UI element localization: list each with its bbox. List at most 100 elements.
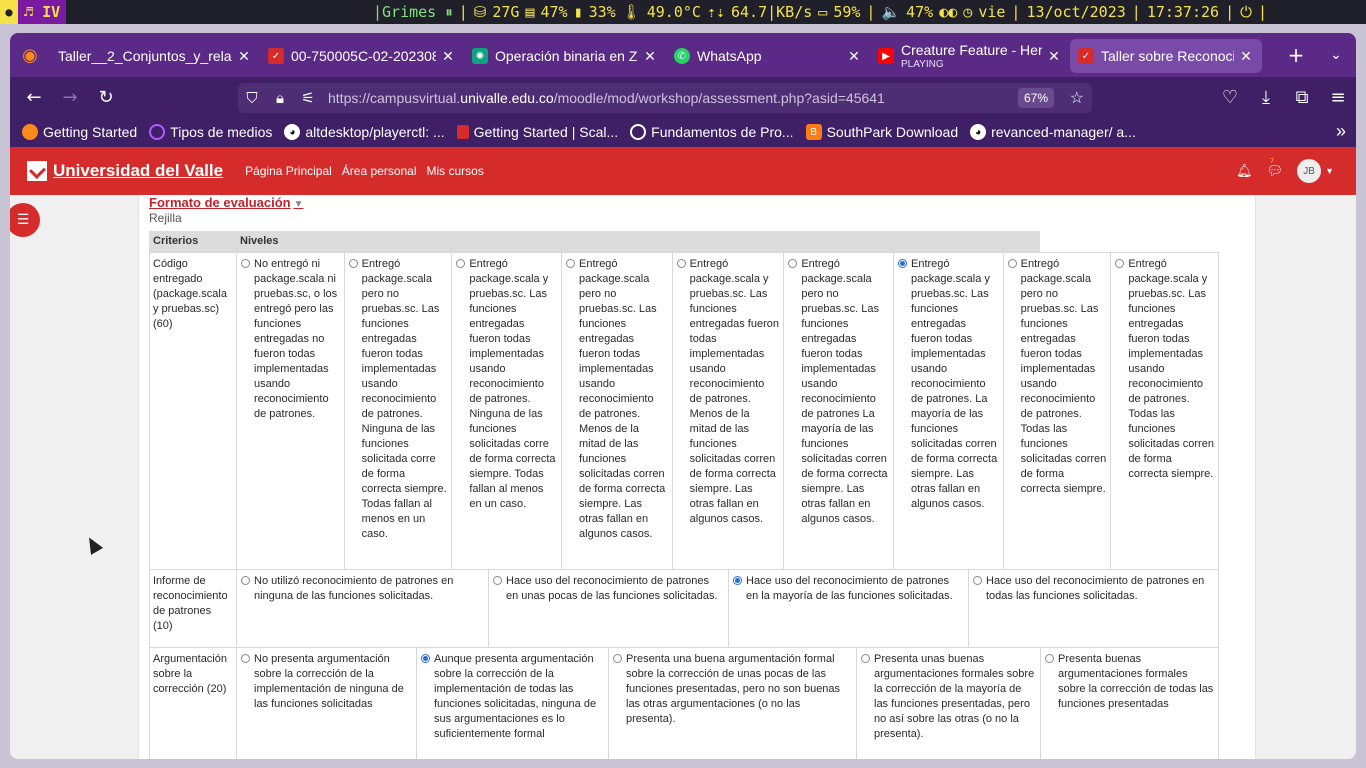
level-radio[interactable]: [676, 259, 686, 268]
level-radio[interactable]: [1007, 259, 1017, 268]
nav-my-courses-link[interactable]: Mis cursos: [427, 164, 484, 178]
level-radio[interactable]: [241, 654, 250, 663]
temperature: 49.0°C: [646, 3, 701, 21]
site-name-link[interactable]: Universidad del Valle: [53, 161, 223, 181]
sys-separator: |: [1257, 3, 1267, 21]
chevron-down-icon[interactable]: ▼: [1325, 166, 1334, 176]
level-option[interactable]: Presenta unas buenas argumentaciones for…: [856, 648, 1040, 759]
level-radio[interactable]: [973, 576, 982, 585]
level-option[interactable]: Hace uso del reconocimiento de patrones …: [968, 570, 1218, 647]
level-option[interactable]: Hace uso del reconocimiento de patrones …: [728, 570, 968, 647]
nav-home-link[interactable]: Página Principal: [245, 164, 332, 178]
chevron-down-icon[interactable]: ⌄: [1316, 33, 1356, 77]
permissions-icon[interactable]: ⚟: [294, 89, 322, 107]
youtube-favicon-icon: ▶: [878, 48, 894, 64]
level-radio[interactable]: [566, 259, 576, 268]
bookmark-item[interactable]: Fundamentos de Pro...: [630, 124, 794, 140]
level-radio[interactable]: [613, 654, 622, 663]
notification-count-badge: 7: [1270, 158, 1274, 165]
chevron-right-double-icon[interactable]: »: [1336, 121, 1346, 142]
level-radio[interactable]: [456, 259, 466, 268]
level-option[interactable]: No utilizó reconocimiento de patrones en…: [237, 570, 488, 647]
level-option[interactable]: Presenta una buena argumentación formal …: [608, 648, 856, 759]
back-arrow-icon[interactable]: ←: [16, 77, 52, 117]
level-option[interactable]: Entregó package.scala y pruebas.sc. Las …: [1110, 253, 1218, 569]
hamburger-menu-icon[interactable]: ≡: [1320, 77, 1356, 117]
music-status[interactable]: |Grimes ⏸: [370, 3, 456, 21]
bookmark-item[interactable]: Getting Started | Scal...: [456, 124, 618, 140]
zoom-level[interactable]: 67%: [1017, 88, 1054, 108]
reload-icon[interactable]: ↻: [88, 77, 124, 117]
tab-course-code[interactable]: ✓ 00-750005C-02-202308 ✕: [260, 39, 464, 73]
level-radio[interactable]: [1045, 654, 1054, 663]
volume-level[interactable]: 47%: [903, 3, 936, 21]
level-radio[interactable]: [861, 654, 870, 663]
firefox-icon[interactable]: ◉: [10, 33, 50, 77]
bookmark-item[interactable]: Getting Started: [22, 124, 137, 140]
univalle-logo-icon[interactable]: [27, 161, 47, 181]
level-radio[interactable]: [898, 259, 907, 268]
section-title[interactable]: Formato de evaluación ▼: [149, 195, 304, 210]
url-text[interactable]: https://campusvirtual.univalle.edu.co/mo…: [328, 90, 885, 106]
volume-icon: 🔈: [881, 3, 901, 21]
level-radio[interactable]: [733, 576, 742, 585]
level-option[interactable]: Hace uso del reconocimiento de patrones …: [488, 570, 728, 647]
bookmark-item[interactable]: ◕ altdesktop/playerctl: ...: [284, 124, 445, 140]
rubric-grid: Código entregado (package.scala y prueba…: [149, 252, 1219, 759]
power-icon[interactable]: ⏻: [1237, 3, 1255, 21]
level-radio[interactable]: [493, 576, 502, 585]
bookmark-item[interactable]: B SouthPark Download: [805, 124, 958, 140]
download-icon[interactable]: ⤓: [1248, 77, 1284, 117]
tab-taller-conjuntos[interactable]: Taller__2_Conjuntos_y_rela ✕: [50, 39, 260, 73]
close-icon[interactable]: ✕: [642, 48, 658, 65]
nav-dashboard-link[interactable]: Área personal: [342, 164, 417, 178]
level-option[interactable]: Entregó package.scala y pruebas.sc. Las …: [451, 253, 561, 569]
level-radio[interactable]: [348, 259, 358, 268]
bookmark-item[interactable]: ◕ revanced-manager/ a...: [970, 124, 1136, 140]
close-icon[interactable]: ✕: [1238, 48, 1254, 65]
close-icon[interactable]: ✕: [1046, 48, 1062, 65]
level-option[interactable]: Entregó package.scala pero no pruebas.sc…: [343, 253, 452, 569]
bell-icon[interactable]: 🔔︎: [1236, 163, 1253, 179]
level-radio[interactable]: [788, 259, 798, 268]
new-tab-icon[interactable]: +: [1276, 33, 1316, 77]
level-option[interactable]: Presenta buenas argumentaciones formales…: [1040, 648, 1218, 759]
tab-youtube-playing[interactable]: ▶ Creature Feature - Here PLAYING ✕: [870, 39, 1070, 73]
level-description: No entregó ni package.scala ni pruebas.s…: [254, 258, 338, 420]
shield-icon[interactable]: ⛉: [238, 90, 266, 107]
tab-whatsapp[interactable]: ✆ WhatsApp ✕: [666, 39, 870, 73]
level-description: Entregó package.scala pero no pruebas.sc…: [361, 258, 447, 540]
level-option[interactable]: No entregó ni package.scala ni pruebas.s…: [237, 253, 344, 569]
level-radio[interactable]: [241, 259, 250, 268]
level-option[interactable]: No presenta argumentación sobre la corre…: [237, 648, 416, 759]
bookmark-item[interactable]: Tipos de medios: [149, 124, 272, 140]
level-option[interactable]: Entregó package.scala pero no pruebas.sc…: [1002, 253, 1111, 569]
menu-icon[interactable]: ●: [0, 0, 18, 24]
level-radio[interactable]: [1115, 259, 1125, 268]
url-bar[interactable]: ⛉ 🔒︎ ⚟ https://campusvirtual.univalle.ed…: [238, 83, 1092, 113]
level-option[interactable]: Entregó package.scala y pruebas.sc. Las …: [671, 253, 784, 569]
star-icon[interactable]: ☆: [1070, 88, 1084, 108]
level-option[interactable]: Entregó package.scala pero no pruebas.sc…: [783, 253, 893, 569]
workspace-indicator[interactable]: ♬ IV: [18, 0, 67, 24]
level-description: Aunque presenta argumentación sobre la c…: [434, 653, 597, 740]
level-radio[interactable]: [421, 654, 430, 663]
level-option[interactable]: Entregó package.scala y pruebas.sc. Las …: [893, 253, 1003, 569]
tab-taller-reconocimiento[interactable]: ✓ Taller sobre Reconocim ✕: [1070, 39, 1262, 73]
close-icon[interactable]: ✕: [846, 48, 862, 65]
criterion-row: Argumentación sobre la corrección (20) No…: [149, 648, 1219, 759]
chat-icon[interactable]: 💬︎: [1267, 163, 1284, 179]
avatar[interactable]: JB: [1297, 159, 1322, 183]
extensions-icon[interactable]: ⧉: [1284, 77, 1320, 117]
course-index-drawer-icon[interactable]: ☰: [10, 203, 40, 237]
battery-icon: ▭: [818, 3, 828, 21]
tab-operacion-binaria[interactable]: ✺ Operación binaria en Z ✕: [464, 39, 666, 73]
close-icon[interactable]: ✕: [236, 48, 252, 65]
close-icon[interactable]: ✕: [440, 48, 456, 65]
forward-arrow-icon[interactable]: →: [52, 77, 88, 117]
pocket-icon[interactable]: ♡: [1212, 77, 1248, 117]
lock-icon[interactable]: 🔒︎: [266, 90, 294, 107]
level-option[interactable]: Entregó package.scala pero no pruebas.sc…: [561, 253, 672, 569]
level-option[interactable]: Aunque presenta argumentación sobre la c…: [416, 648, 608, 759]
level-radio[interactable]: [241, 576, 250, 585]
